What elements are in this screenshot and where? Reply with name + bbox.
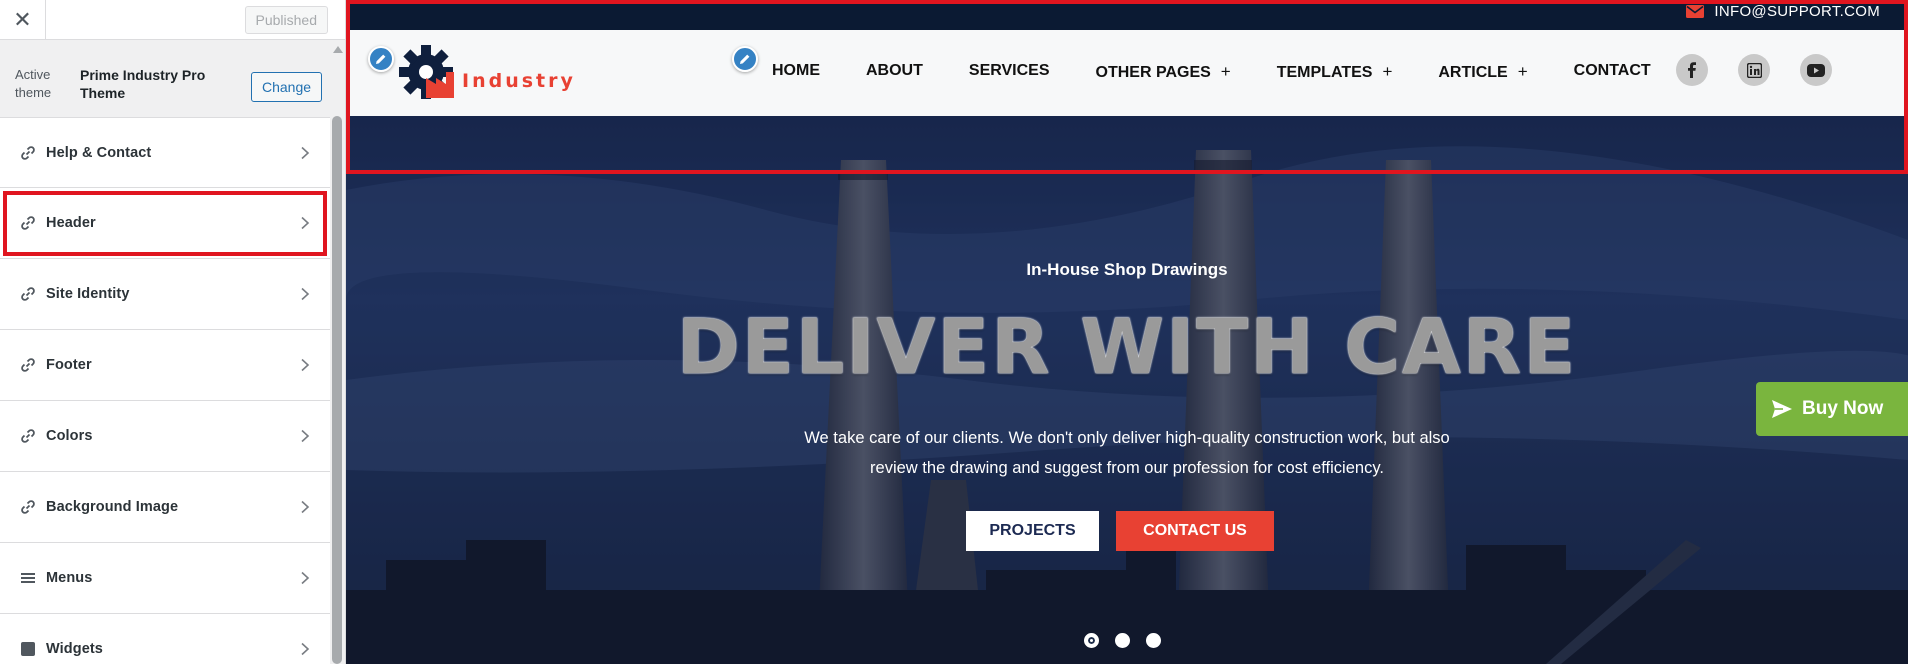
nav-item-label: HOME xyxy=(772,62,820,79)
nav-item-templates[interactable]: TEMPLATES + xyxy=(1277,62,1393,82)
panel-item-label: Site Identity xyxy=(46,286,130,302)
customizer-header: ✕ Published xyxy=(0,0,345,40)
chevron-right-icon xyxy=(298,571,312,585)
gear-factory-logo-icon xyxy=(399,45,454,99)
chevron-right-icon xyxy=(298,358,312,372)
slider-dot[interactable] xyxy=(1084,633,1099,648)
facebook-icon xyxy=(1688,62,1696,78)
panel-item-label: Help & Contact xyxy=(46,144,152,161)
hero-title: DELIVER WITH CARE xyxy=(676,302,1578,391)
nav-item-about[interactable]: ABOUT xyxy=(866,62,923,82)
menu-icon xyxy=(20,570,36,586)
nav-item-label: ARTICLE xyxy=(1438,64,1508,81)
primary-nav-menu: HOME ABOUT SERVICES OTHER PAGES + TEMPLATES + A… xyxy=(772,62,1697,82)
panel-item-label: Header xyxy=(46,215,96,231)
link-icon xyxy=(20,215,36,231)
panel-item-label: Widgets xyxy=(46,641,103,657)
nav-item-contact[interactable]: CONTACT xyxy=(1574,62,1651,82)
menu-edit-shortcut-button[interactable] xyxy=(732,46,758,72)
facebook-button[interactable] xyxy=(1676,54,1708,86)
link-icon xyxy=(20,499,36,515)
nav-item-article[interactable]: ARTICLE + xyxy=(1438,62,1527,82)
link-icon xyxy=(20,357,36,373)
submenu-plus-icon[interactable]: + xyxy=(1382,62,1392,81)
youtube-button[interactable] xyxy=(1800,54,1832,86)
hero-subtitle: In-House Shop Drawings xyxy=(1026,260,1228,279)
pencil-icon xyxy=(376,54,386,64)
site-header-nav: Industry HOME ABOUT SERVICES OTHER PAGES + TE… xyxy=(346,30,1904,116)
change-theme-button[interactable]: Change xyxy=(251,72,323,102)
nav-item-label: SERVICES xyxy=(968,62,1050,79)
panel-item-label: Colors xyxy=(46,428,93,444)
site-preview: INFO@SUPPORT.COM Industry HOME ABOUT SER… xyxy=(346,0,1908,664)
buy-now-label: Buy Now xyxy=(1802,398,1884,419)
theme-name: Prime Industry Pro Theme xyxy=(80,67,206,101)
panel-item-label: Background Image xyxy=(46,499,179,515)
logo-edit-shortcut-button[interactable] xyxy=(368,46,394,72)
scrollbar-thumb[interactable] xyxy=(332,116,342,664)
slider-dot[interactable] xyxy=(1146,633,1161,648)
nav-item-services[interactable]: SERVICES xyxy=(969,62,1050,82)
chevron-right-icon xyxy=(298,642,312,656)
slider-dots xyxy=(1084,633,1177,648)
chevron-right-icon xyxy=(298,146,312,160)
panel-item-background-image[interactable]: Background Image xyxy=(0,472,330,543)
hero-description: We take care of our clients. We don't on… xyxy=(804,429,1450,477)
published-button[interactable]: Published xyxy=(244,6,328,34)
panel-item-menus[interactable]: Menus xyxy=(0,543,330,614)
linkedin-button[interactable] xyxy=(1738,54,1770,86)
submenu-plus-icon[interactable]: + xyxy=(1518,62,1528,81)
sidebar-scrollbar[interactable] xyxy=(330,46,344,664)
contact-us-button[interactable]: CONTACT US xyxy=(1116,511,1274,551)
envelope-icon xyxy=(1686,5,1705,18)
top-bar: INFO@SUPPORT.COM xyxy=(346,0,1908,30)
nav-item-home[interactable]: HOME xyxy=(772,62,820,82)
panel-item-help-contact[interactable]: Help & Contact xyxy=(0,117,330,188)
pencil-icon xyxy=(740,54,750,64)
chevron-right-icon xyxy=(298,287,312,301)
linkedin-icon xyxy=(1746,62,1762,78)
logo-text: Industry xyxy=(462,70,576,92)
panel-item-footer[interactable]: Footer xyxy=(0,330,330,401)
chevron-right-icon xyxy=(298,216,312,230)
youtube-icon xyxy=(1807,63,1825,77)
customizer-sidebar: ✕ Published Active theme Prime Industry … xyxy=(0,0,346,664)
nav-item-label: TEMPLATES xyxy=(1276,64,1373,81)
send-arrow-icon xyxy=(1772,400,1792,418)
widgets-icon xyxy=(20,641,36,657)
social-links xyxy=(1676,54,1862,86)
panel-item-label: Footer xyxy=(46,357,92,373)
panel-item-site-identity[interactable]: Site Identity xyxy=(0,259,330,330)
nav-item-label: ABOUT xyxy=(866,62,923,79)
active-theme-label: Active theme xyxy=(15,67,52,100)
chevron-right-icon xyxy=(298,429,312,443)
submenu-plus-icon[interactable]: + xyxy=(1221,62,1231,81)
panel-item-header[interactable]: Header xyxy=(0,188,330,259)
link-icon xyxy=(20,286,36,302)
slider-dot[interactable] xyxy=(1115,633,1130,648)
nav-item-label: CONTACT xyxy=(1573,62,1651,79)
panel-item-colors[interactable]: Colors xyxy=(0,401,330,472)
hero-buttons: PROJECTS CONTACT US xyxy=(966,511,1274,551)
topbar-email-link[interactable]: INFO@SUPPORT.COM xyxy=(1686,3,1880,20)
link-icon xyxy=(20,428,36,444)
close-customizer-button[interactable]: ✕ xyxy=(0,0,46,40)
topbar-email-text: INFO@SUPPORT.COM xyxy=(1714,3,1880,20)
customizer-panel-list: Help & Contact Header Site Identity Footer C… xyxy=(0,117,330,664)
buy-now-button[interactable]: Buy Now xyxy=(1756,382,1908,436)
active-theme-section: Active theme Prime Industry Pro Theme Ch… xyxy=(0,52,330,118)
site-logo[interactable]: Industry xyxy=(398,42,576,102)
nav-item-other-pages[interactable]: OTHER PAGES + xyxy=(1096,62,1231,82)
nav-item-label: OTHER PAGES xyxy=(1095,64,1211,81)
scroll-up-arrow[interactable] xyxy=(333,46,343,53)
panel-item-label: Menus xyxy=(46,570,93,586)
panel-item-widgets[interactable]: Widgets xyxy=(0,614,330,664)
link-icon xyxy=(20,145,36,161)
chevron-right-icon xyxy=(298,500,312,514)
projects-button[interactable]: PROJECTS xyxy=(966,511,1099,551)
